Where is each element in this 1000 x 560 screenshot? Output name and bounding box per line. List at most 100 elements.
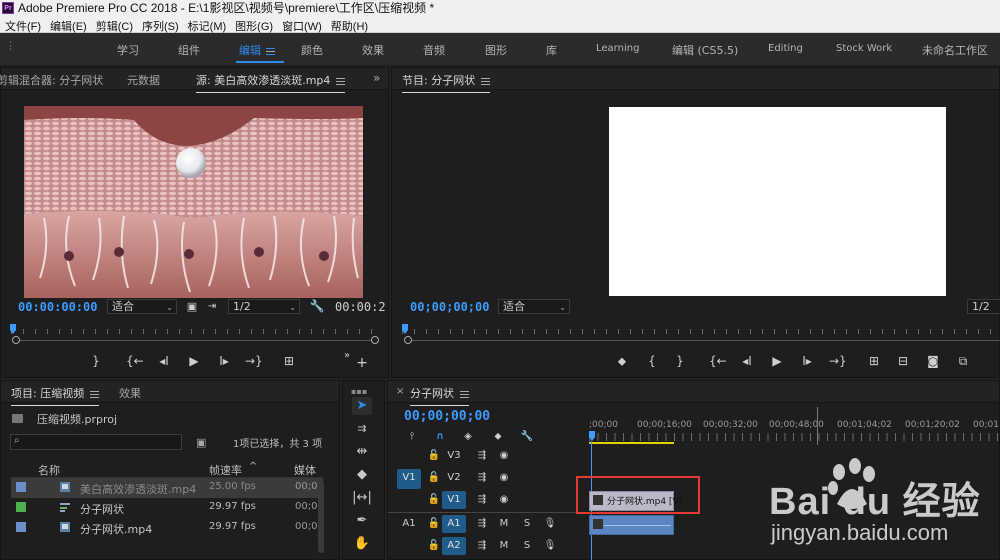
comparison-view-icon[interactable]: ⧉ (955, 353, 971, 369)
lift-icon[interactable]: ⊞ (866, 353, 882, 369)
tab-sequence[interactable]: 分子网状 (410, 385, 469, 406)
step-forward-icon[interactable]: I▸ (216, 353, 232, 369)
toggle-output-eye-icon[interactable]: ◉ (496, 470, 512, 486)
tab-audio-clip-mixer[interactable]: 音频剪辑混合器: 分子网状 (0, 72, 103, 88)
program-time-ruler[interactable] (402, 321, 1000, 335)
workspace-editing-cs55[interactable]: 编辑 (CS5.5) (672, 42, 738, 58)
column-frame-rate[interactable]: 帧速率 (209, 462, 242, 478)
workspace-learning[interactable]: Learning (596, 43, 639, 54)
tab-effects[interactable]: 效果 (119, 385, 141, 401)
track-name[interactable]: A2 (442, 537, 466, 555)
menu-graphics[interactable]: 图形(G) (230, 16, 277, 33)
add-marker-icon[interactable]: ⬥ (614, 353, 630, 369)
track-lock-icon[interactable]: 🔓 (426, 470, 442, 486)
track-lock-icon[interactable]: 🔓 (426, 538, 442, 554)
menu-window[interactable]: 窗口(W) (277, 16, 326, 33)
project-item-row[interactable]: 美白高效渗透淡斑.mp4 25.00 fps 00;0 (11, 478, 323, 498)
source-patch-a1[interactable]: A1 (397, 515, 421, 533)
close-icon[interactable]: × (396, 386, 404, 397)
project-scrollbar[interactable] (318, 481, 324, 553)
add-marker-icon[interactable]: ⬥ (490, 429, 506, 445)
voice-over-mic-icon[interactable]: 🎙 (542, 538, 558, 554)
sync-lock-icon[interactable]: ⇶ (474, 492, 490, 508)
project-panel-menu-icon[interactable] (90, 390, 100, 398)
settings-square-icon[interactable]: ▣ (184, 299, 200, 315)
mark-out-icon[interactable]: } (672, 353, 688, 369)
workspace-color[interactable]: 颜色 (301, 42, 323, 58)
go-to-in-icon[interactable]: {← (709, 353, 727, 369)
menu-file[interactable]: 文件(F) (0, 16, 45, 33)
solo-button[interactable]: S (519, 538, 535, 554)
tab-project[interactable]: 项目: 压缩视频 (11, 385, 100, 406)
solo-button[interactable]: S (519, 516, 535, 532)
selection-tool-icon[interactable]: ➤ (352, 397, 372, 415)
timeline-panel-menu-icon[interactable] (460, 390, 469, 398)
voice-over-mic-icon[interactable]: 🎙 (542, 516, 558, 532)
sync-lock-icon[interactable]: ⇶ (474, 538, 490, 554)
new-bin-from-search-icon[interactable]: ▣ (196, 436, 206, 449)
mark-in-icon[interactable]: { (644, 353, 660, 369)
linked-selection-icon[interactable]: ◈ (460, 429, 476, 445)
program-panel-menu-icon[interactable] (481, 77, 491, 85)
source-playhead-timecode[interactable]: 00:00:00:00 (18, 300, 97, 314)
program-fit-dropdown[interactable]: 适合 ⌄ (498, 299, 570, 314)
source-patch-v1[interactable]: V1 (397, 469, 421, 489)
menu-help[interactable]: 帮助(H) (326, 16, 372, 33)
hand-tool-icon[interactable]: ✋ (352, 535, 372, 553)
sync-lock-icon[interactable]: ⇶ (474, 448, 490, 464)
program-video-frame[interactable] (609, 107, 946, 296)
source-time-ruler[interactable] (11, 321, 383, 335)
source-resolution-dropdown[interactable]: 1/2 ⌄ (228, 299, 300, 314)
step-forward-icon[interactable]: I▸ (799, 353, 815, 369)
source-zoom-bar[interactable] (16, 340, 376, 341)
play-icon[interactable]: ▶ (186, 353, 202, 369)
workspace-graphics[interactable]: 图形 (485, 42, 507, 58)
snap-magnet-icon[interactable]: ∩ (432, 429, 448, 445)
pen-tool-icon[interactable]: ✒ (352, 512, 372, 530)
add-button-icon[interactable]: + (354, 355, 370, 371)
tab-program[interactable]: 节目: 分子网状 (402, 72, 491, 93)
step-back-icon[interactable]: ◂I (156, 353, 172, 369)
timeline-ruler[interactable]: ;00;00 00;00;16;00 00;00;32;00 00;00;48;… (589, 415, 1000, 445)
zoom-handle-right[interactable] (371, 336, 379, 344)
track-name[interactable]: V1 (442, 491, 466, 509)
program-zoom-bar[interactable] (408, 340, 1000, 341)
toggle-output-eye-icon[interactable]: ◉ (496, 448, 512, 464)
track-name[interactable]: V3 (442, 447, 466, 465)
step-back-icon[interactable]: ◂I (739, 353, 755, 369)
workspace-assembly[interactable]: 组件 (178, 42, 200, 58)
sort-ascending-icon[interactable]: ^ (249, 461, 257, 472)
go-to-in-icon[interactable]: {← (126, 353, 144, 369)
source-video-frame[interactable] (24, 106, 363, 298)
workspace-editing-en[interactable]: Editing (768, 43, 803, 54)
workspace-audio[interactable]: 音频 (423, 42, 445, 58)
menu-clip[interactable]: 剪辑(C) (91, 16, 137, 33)
mute-button[interactable]: M (496, 516, 512, 532)
workspace-learn[interactable]: 学习 (117, 42, 139, 58)
track-name[interactable]: V2 (442, 469, 466, 487)
program-playhead-timecode[interactable]: 00;00;00;00 (410, 300, 489, 314)
razor-tool-icon[interactable]: ◆ (352, 466, 372, 484)
menu-marker[interactable]: 标记(M) (183, 16, 231, 33)
track-select-tool-icon[interactable]: ⇉ (352, 420, 372, 438)
camera-icon[interactable]: ◙ (925, 353, 941, 369)
project-item-row[interactable]: 分子网状 29.97 fps 00;0 (11, 498, 323, 518)
audio-clip[interactable] (589, 515, 674, 535)
workspace-libraries[interactable]: 库 (546, 42, 557, 58)
go-to-out-icon[interactable]: →} (245, 353, 263, 369)
workspace-unnamed[interactable]: 未命名工作区 (922, 42, 988, 58)
track-lock-icon[interactable]: 🔓 (426, 448, 442, 464)
menu-edit[interactable]: 编辑(E) (45, 16, 91, 33)
wrench-icon[interactable]: 🔧 (309, 298, 325, 314)
track-lock-icon[interactable]: 🔓 (426, 492, 442, 508)
tab-source[interactable]: 源: 美白高效渗透淡斑.mp4 (196, 72, 346, 93)
ripple-edit-tool-icon[interactable]: ⇹ (352, 443, 372, 461)
timeline-playhead-timecode[interactable]: 00;00;00;00 (404, 409, 490, 424)
nest-toggle-icon[interactable]: ⫯ (404, 429, 420, 445)
extract-icon[interactable]: ⊟ (895, 353, 911, 369)
work-area-bar[interactable] (589, 442, 674, 444)
track-lock-icon[interactable]: 🔓 (426, 516, 442, 532)
mark-out-icon[interactable]: } (88, 353, 104, 369)
project-item-row[interactable]: 分子网状.mp4 29.97 fps 00;0 (11, 518, 323, 538)
sync-lock-icon[interactable]: ⇶ (474, 470, 490, 486)
